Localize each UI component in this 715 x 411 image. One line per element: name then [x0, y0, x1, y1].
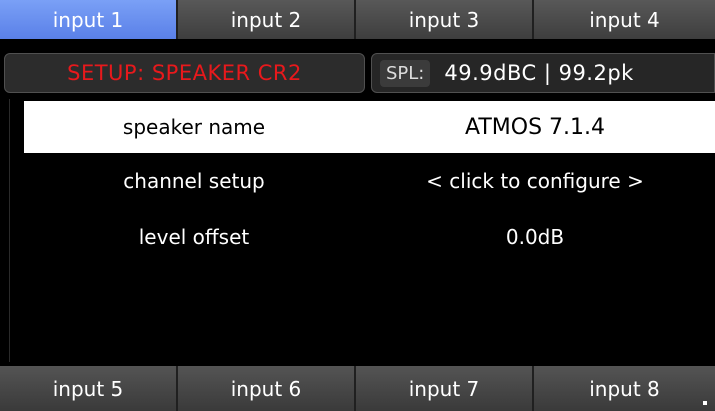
top-input-tabs: input 1 input 2 input 3 input 4: [0, 0, 715, 39]
corner-indicator: [703, 401, 707, 405]
setting-row-level-offset[interactable]: level offset 0.0dB: [24, 211, 715, 263]
spl-value: 49.9dBC | 99.2pk: [444, 61, 634, 85]
setting-label: level offset: [138, 225, 250, 249]
setting-label: channel setup: [123, 169, 265, 193]
tab-input-4[interactable]: input 4: [534, 0, 715, 39]
tab-input-3[interactable]: input 3: [356, 0, 534, 39]
setting-value: 0.0dB: [505, 225, 565, 249]
status-row: SETUP: SPEAKER CR2 SPL: 49.9dBC | 99.2pk: [0, 53, 715, 93]
tab-input-6[interactable]: input 6: [178, 366, 356, 411]
tab-input-1[interactable]: input 1: [0, 0, 178, 39]
bottom-input-tabs: input 5 input 6 input 7 input 8: [0, 366, 715, 411]
setting-label: speaker name: [122, 115, 266, 139]
tab-input-8[interactable]: input 8: [534, 366, 715, 411]
spl-meter: SPL: 49.9dBC | 99.2pk: [371, 53, 715, 93]
setting-value: ATMOS 7.1.4: [464, 114, 605, 140]
setting-value[interactable]: < click to configure >: [364, 169, 715, 193]
setting-row-channel-setup[interactable]: channel setup < click to configure >: [24, 155, 715, 207]
setting-row-speaker-name[interactable]: speaker name ATMOS 7.1.4: [24, 101, 715, 153]
tab-input-7[interactable]: input 7: [356, 366, 534, 411]
tab-input-5[interactable]: input 5: [0, 366, 178, 411]
setup-title: SETUP: SPEAKER CR2: [4, 53, 365, 93]
settings-panel: speaker name ATMOS 7.1.4 channel setup <…: [9, 99, 715, 362]
tab-input-2[interactable]: input 2: [178, 0, 356, 39]
spl-label: SPL:: [380, 59, 431, 87]
